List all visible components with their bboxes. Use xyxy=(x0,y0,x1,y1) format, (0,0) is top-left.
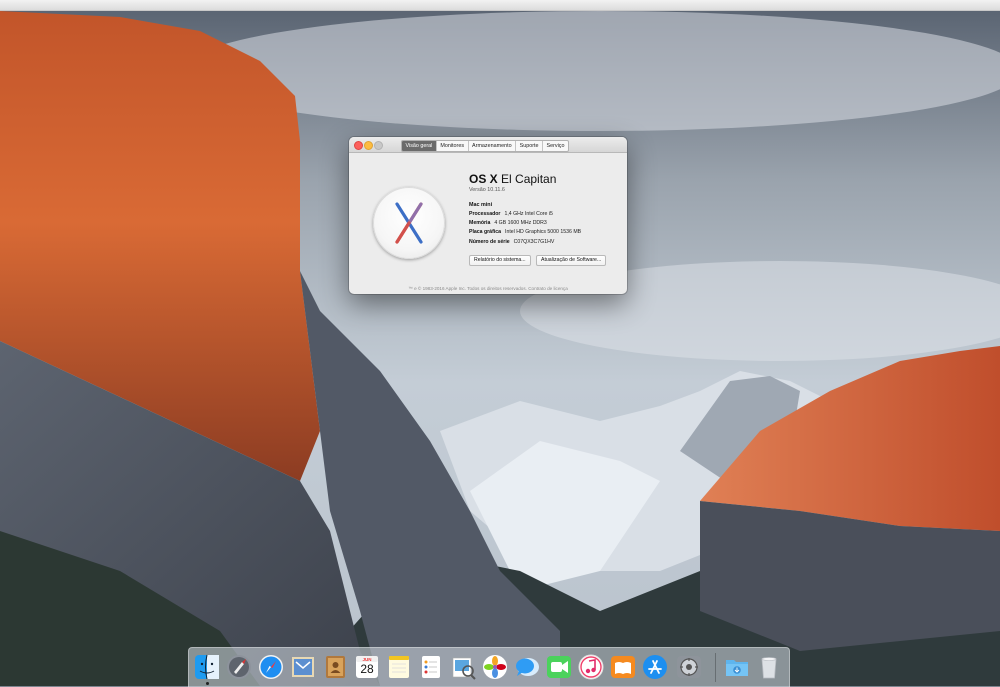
preview-icon[interactable] xyxy=(449,653,477,681)
app-store-icon[interactable] xyxy=(641,653,669,681)
spec-value: 4 GB 1600 MHz DDR3 xyxy=(494,220,547,227)
tab-overview[interactable]: Visão geral xyxy=(402,140,437,151)
contacts-icon[interactable] xyxy=(321,653,349,681)
tab-displays[interactable]: Monitores xyxy=(437,140,469,151)
spec-serial: Número de série C07QX3C7G1HV xyxy=(469,239,581,248)
ibooks-icon[interactable] xyxy=(609,653,637,681)
photos-icon[interactable] xyxy=(481,653,509,681)
menu-bar xyxy=(0,0,1000,11)
messages-icon[interactable] xyxy=(513,653,541,681)
os-name-prefix: OS X xyxy=(469,172,498,186)
dock: JUN 28 xyxy=(188,647,790,687)
calendar-day: 28 xyxy=(360,662,374,676)
mail-icon[interactable] xyxy=(289,653,317,681)
tab-bar: Visão geral Monitores Armazenamento Supo… xyxy=(401,139,569,152)
tab-storage[interactable]: Armazenamento xyxy=(469,140,517,151)
notes-icon[interactable] xyxy=(385,653,413,681)
spec-label: Processador xyxy=(469,211,501,217)
spec-value: C07QX3C7G1HV xyxy=(513,238,555,245)
os-name-release: El Capitan xyxy=(501,172,557,186)
tab-support[interactable]: Suporte xyxy=(516,140,543,151)
dock-separator xyxy=(715,653,716,682)
copyright-footer: ™ e © 1983-2016 Apple Inc. Todos os dire… xyxy=(408,286,568,291)
spec-processor: Processador 1,4 GHz Intel Core i5 xyxy=(469,211,581,220)
facetime-icon[interactable] xyxy=(545,653,573,681)
spec-memory: Memória 4 GB 1600 MHz DDR3 xyxy=(469,220,581,229)
os-name: OS X El Capitan xyxy=(469,172,556,186)
os-version: Versão 10.11.6 xyxy=(469,187,505,193)
calendar-icon[interactable]: JUN 28 xyxy=(353,653,381,681)
spec-graphics: Placa gráfica Intel HD Graphics 5000 1536… xyxy=(469,229,581,238)
title-bar[interactable]: Visão geral Monitores Armazenamento Supo… xyxy=(349,137,627,153)
minimize-button[interactable] xyxy=(364,141,373,150)
spec-value: Intel HD Graphics 5000 1536 MB xyxy=(505,229,582,236)
zoom-button[interactable] xyxy=(374,141,383,150)
about-this-mac-window: Visão geral Monitores Armazenamento Supo… xyxy=(349,137,627,294)
itunes-icon[interactable] xyxy=(577,653,605,681)
downloads-folder-icon[interactable] xyxy=(723,653,751,681)
reminders-icon[interactable] xyxy=(417,653,445,681)
spec-list: Processador 1,4 GHz Intel Core i5 Memória… xyxy=(469,211,581,248)
spec-value: 1,4 GHz Intel Core i5 xyxy=(504,211,553,217)
finder-icon[interactable] xyxy=(193,653,221,681)
system-preferences-icon[interactable] xyxy=(675,653,703,681)
system-report-button[interactable]: Relatório do sistema... xyxy=(469,255,531,266)
spec-label: Placa gráfica xyxy=(469,229,502,236)
desktop-wallpaper xyxy=(0,11,1000,686)
safari-icon[interactable] xyxy=(257,653,285,681)
launchpad-icon[interactable] xyxy=(225,653,253,681)
tab-service[interactable]: Serviço xyxy=(543,141,568,151)
el-capitan-logo-icon xyxy=(373,187,445,259)
spec-label: Memória xyxy=(469,220,491,227)
overview-panel: OS X El Capitan Versão 10.11.6 Mac mini … xyxy=(349,153,627,294)
calendar-month: JUN xyxy=(362,656,372,662)
mac-model: Mac mini xyxy=(469,202,493,208)
trash-icon[interactable] xyxy=(755,653,783,681)
finder-running-indicator xyxy=(205,682,209,685)
spec-label: Número de série xyxy=(469,238,510,245)
software-update-button[interactable]: Atualização de Software... xyxy=(536,255,607,266)
close-button[interactable] xyxy=(354,141,363,150)
